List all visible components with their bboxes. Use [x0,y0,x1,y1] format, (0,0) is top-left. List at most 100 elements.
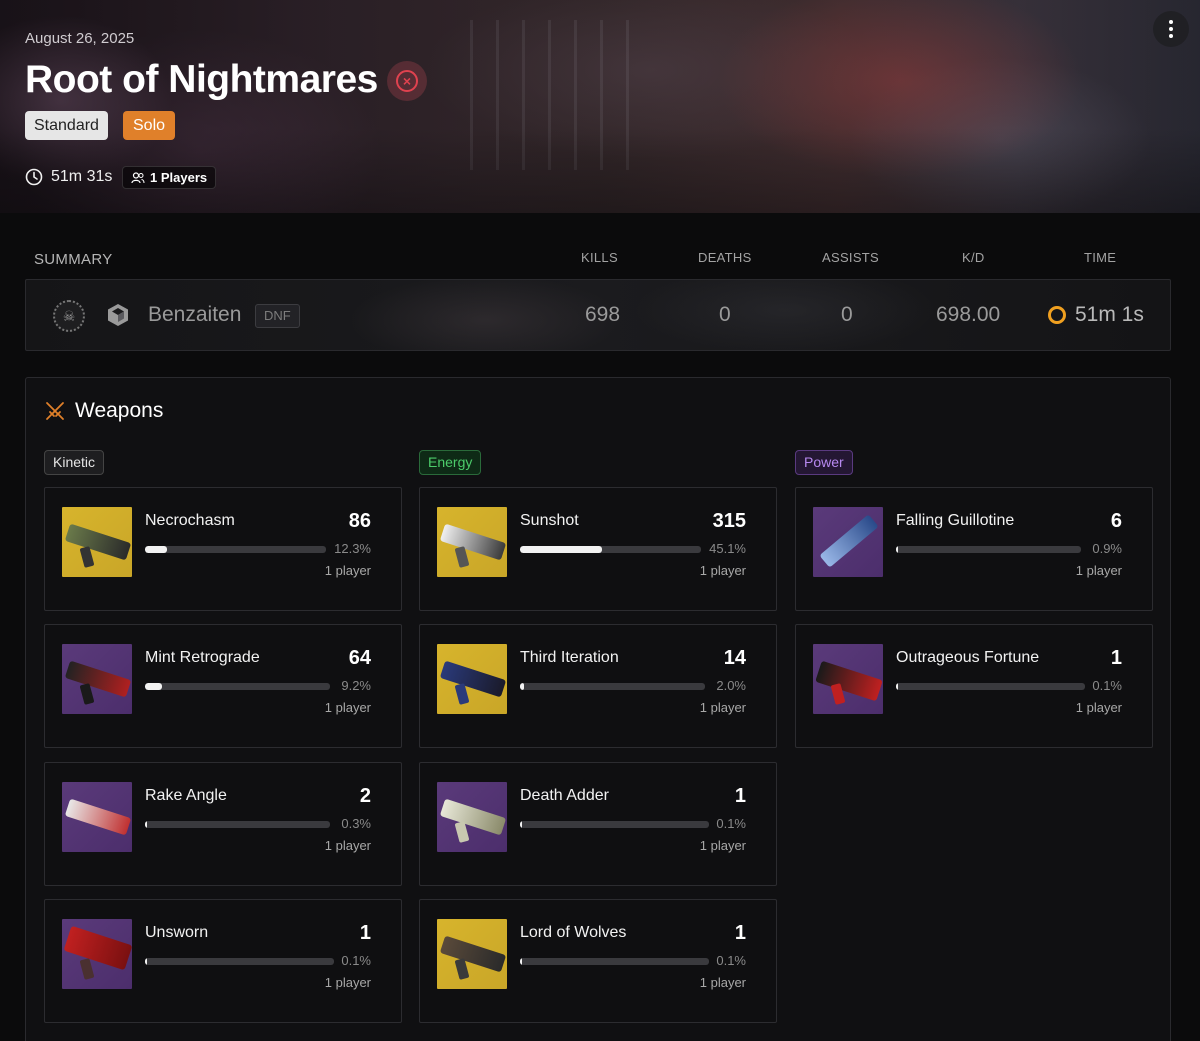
weapon-card[interactable]: Sunshot 315 45.1% 1 player [419,487,777,611]
weapon-icon [813,507,883,577]
assists-value: 0 [841,303,853,326]
kill-share-percent: 0.1% [716,953,746,968]
kill-share-percent: 0.1% [1092,678,1122,693]
weapon-kills: 14 [723,647,746,669]
activity-hero-banner: August 26, 2025 Root of Nightmares × Sta… [0,0,1200,213]
kill-share-bar [145,546,326,553]
summary-header: SUMMARY KILLS DEATHS ASSISTS K/D TIME [25,245,1171,279]
weapon-kills: 315 [712,510,746,532]
kill-share-percent: 0.3% [341,816,371,831]
weapon-card[interactable]: Rake Angle 2 0.3% 1 player [44,762,402,886]
weapon-players: 1 player [699,700,746,715]
kebab-menu-icon [1169,20,1173,24]
weapon-kills: 1 [734,785,746,807]
weapons-section-title: Weapons [45,399,163,423]
weapon-name: Outrageous Fortune [896,649,1040,666]
energy-slot-tag: Energy [419,450,482,475]
activity-title: Root of Nightmares [25,58,378,101]
power-slot-tag: Power [795,450,853,475]
weapon-card[interactable]: Mint Retrograde 64 9.2% 1 player [44,624,402,748]
summary-title: SUMMARY [34,251,113,268]
weapon-kills: 1 [359,922,371,944]
weapon-name: Third Iteration [520,649,619,666]
kill-share-bar [520,821,709,828]
weapon-card[interactable]: Lord of Wolves 1 0.1% 1 player [419,899,777,1023]
weapon-icon [62,644,132,714]
class-icon [108,304,128,326]
duration-text: 51m 31s [51,168,113,185]
weapon-card[interactable]: Third Iteration 14 2.0% 1 player [419,624,777,748]
weapon-name: Death Adder [520,787,609,804]
weapon-icon [813,644,883,714]
users-icon [131,171,145,183]
kill-share-bar [520,683,705,690]
time-text: 51m 1s [1075,303,1144,326]
weapon-players: 1 player [324,838,371,853]
weapon-name: Necrochasm [145,512,235,529]
clock-icon [25,168,43,186]
kills-column-header: KILLS [581,250,618,265]
kinetic-slot-tag: Kinetic [44,450,105,475]
kill-share-bar [145,958,334,965]
weapon-players: 1 player [324,563,371,578]
crossed-swords-icon [46,402,64,420]
weapon-icon [62,919,132,989]
weapon-icon [437,919,507,989]
kill-share-percent: 0.1% [716,816,746,831]
weapon-players: 1 player [699,563,746,578]
kill-share-bar [145,821,330,828]
weapon-card[interactable]: Unsworn 1 0.1% 1 player [44,899,402,1023]
assists-column-header: ASSISTS [822,250,880,265]
time-column-header: TIME [1084,250,1117,265]
weapon-icon [62,507,132,577]
kill-share-percent: 9.2% [341,678,371,693]
weapon-kills: 2 [359,785,371,807]
weapon-kills: 64 [348,647,371,669]
weapon-name: Lord of Wolves [520,924,627,941]
kd-value: 698.00 [936,303,1001,326]
weapon-players: 1 player [1075,563,1122,578]
weapon-card[interactable]: Death Adder 1 0.1% 1 player [419,762,777,886]
kill-share-bar [520,546,701,553]
player-summary-row[interactable]: ☠ Benzaiten DNF 698 0 0 698.00 51m 1s [25,279,1171,351]
weapon-players: 1 player [324,975,371,990]
weapon-icon [437,644,507,714]
weapon-players: 1 player [1075,700,1122,715]
weapon-card[interactable]: Falling Guillotine 6 0.9% 1 player [795,487,1153,611]
weapon-name: Rake Angle [145,787,227,804]
dnf-badge: DNF [255,304,300,328]
deaths-value: 0 [719,303,731,326]
weapon-name: Mint Retrograde [145,649,260,666]
kill-share-bar [520,958,709,965]
weapon-players: 1 player [699,838,746,853]
failed-status-icon: × [387,61,427,101]
kill-share-percent: 45.1% [709,541,746,556]
weapon-kills: 1 [1110,647,1122,669]
weapon-kills: 1 [734,922,746,944]
weapon-card[interactable]: Outrageous Fortune 1 0.1% 1 player [795,624,1153,748]
weapon-card[interactable]: Necrochasm 86 12.3% 1 player [44,487,402,611]
players-count-badge[interactable]: 1 Players [122,166,217,189]
weapon-name: Sunshot [520,512,579,529]
time-value: 51m 1s [1048,303,1144,327]
weapon-kills: 6 [1110,510,1122,532]
weapon-icon [437,507,507,577]
kill-share-bar [896,546,1081,553]
players-count-text: 1 Players [150,170,208,185]
activity-duration: 51m 31s [25,166,112,188]
activity-date: August 26, 2025 [25,30,135,47]
weapon-name: Unsworn [145,924,209,941]
weapon-name: Falling Guillotine [896,512,1015,529]
player-name[interactable]: Benzaiten [148,303,241,327]
kill-share-bar [896,683,1085,690]
more-options-button[interactable] [1153,11,1189,47]
weapon-players: 1 player [699,975,746,990]
weapon-kills: 86 [348,510,371,532]
time-status-icon [1048,306,1066,324]
kill-share-percent: 0.9% [1092,541,1122,556]
weapon-icon [62,782,132,852]
deaths-column-header: DEATHS [698,250,752,265]
kills-value: 698 [585,303,621,326]
weapon-icon [437,782,507,852]
weapon-players: 1 player [324,700,371,715]
